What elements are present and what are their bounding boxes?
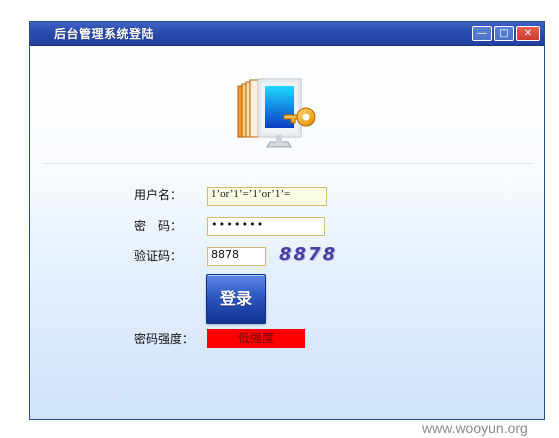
- window-controls: — □ ✕: [472, 26, 540, 41]
- password-strength-label: 密码强度：: [134, 332, 195, 346]
- security-key-icon: [237, 78, 316, 148]
- captcha-input[interactable]: 8878: [207, 247, 266, 266]
- section-divider: [42, 163, 534, 164]
- window-title: 后台管理系统登陆: [54, 27, 155, 41]
- password-label: 密 码：: [134, 219, 183, 233]
- password-input[interactable]: •••••••: [207, 217, 325, 236]
- password-strength-indicator: 低强度: [207, 329, 305, 348]
- watermark-text: www.wooyun.org: [422, 420, 528, 436]
- username-label: 用户名：: [134, 188, 183, 202]
- maximize-icon: □: [499, 27, 509, 39]
- minimize-icon: —: [477, 27, 487, 39]
- window-titlebar[interactable]: 后台管理系统登陆 — □ ✕: [30, 22, 544, 46]
- login-button[interactable]: 登录: [206, 274, 266, 324]
- close-icon: ✕: [523, 27, 533, 39]
- page: 后台管理系统登陆 — □ ✕ 用户名： 1’or’1’=’1’or’1’= 密 …: [0, 0, 559, 438]
- maximize-button[interactable]: □: [494, 26, 514, 41]
- close-button[interactable]: ✕: [516, 26, 540, 41]
- username-input[interactable]: 1’or’1’=’1’or’1’=: [207, 187, 327, 206]
- minimize-button[interactable]: —: [472, 26, 492, 41]
- captcha-image[interactable]: 8878: [279, 246, 337, 264]
- login-window: 后台管理系统登陆 — □ ✕ 用户名： 1’or’1’=’1’or’1’= 密 …: [29, 21, 545, 420]
- captcha-label: 验证码：: [134, 249, 183, 263]
